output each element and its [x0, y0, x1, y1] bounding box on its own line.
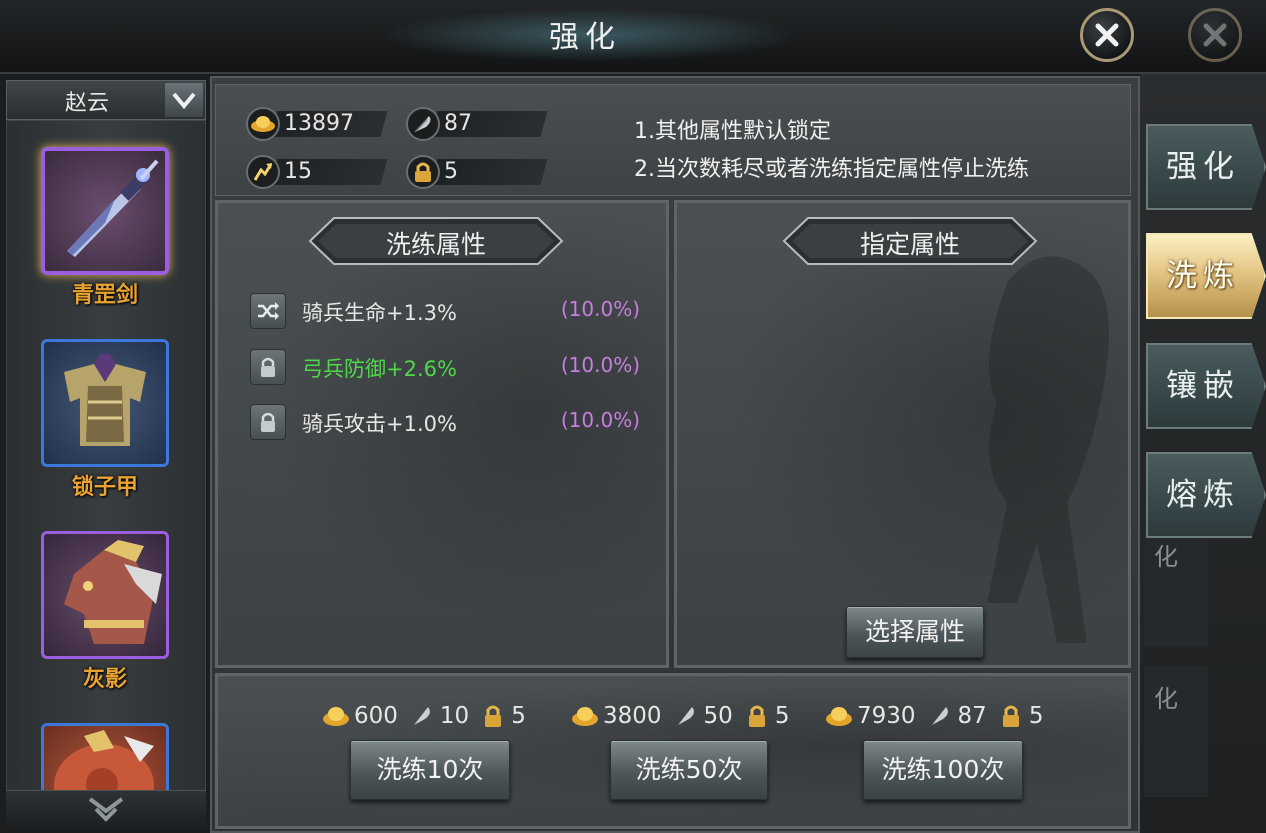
- attribute-chance: (10.0%): [560, 408, 640, 432]
- item-frame: [41, 147, 169, 275]
- lock-cost: 5: [1028, 703, 1044, 729]
- gold-ingot-icon: [571, 702, 599, 730]
- feather-icon: [926, 702, 954, 730]
- feather-icon: [406, 107, 440, 141]
- refine-100-button[interactable]: 洗练100次: [863, 740, 1023, 800]
- lock-icon: [261, 357, 275, 377]
- scroll-down-button[interactable]: [6, 790, 206, 829]
- attribute-label: 骑兵攻击+1.0%: [302, 412, 457, 436]
- lock-icon: [743, 702, 771, 730]
- attribute-label: 弓兵防御+2.6%: [302, 357, 457, 381]
- background-tab-text: 化: [1154, 543, 1178, 571]
- cost-row-10: 600 10 5: [322, 700, 536, 732]
- gold-ingot-icon: [322, 702, 350, 730]
- item-frame: [41, 531, 169, 659]
- feather-amount: 87: [444, 111, 472, 136]
- lock-toggle-button[interactable]: [250, 404, 286, 440]
- gold-ingot-icon: [246, 107, 280, 141]
- attribute-row: 骑兵攻击+1.0% (10.0%): [250, 404, 640, 440]
- horse-silhouette-illustration: [987, 256, 1109, 643]
- refine-panel-title: 洗练属性: [385, 230, 486, 259]
- lock-icon: [997, 702, 1025, 730]
- equipment-item-armor[interactable]: 锁子甲: [37, 339, 173, 501]
- dropdown-button[interactable]: [165, 83, 203, 117]
- character-name: 赵云: [64, 91, 109, 116]
- background-tab-text: 化: [1154, 685, 1178, 713]
- item-name: 青罡剑: [71, 283, 138, 308]
- close-icon: [1095, 23, 1119, 47]
- equipment-item-sword[interactable]: 青罡剑: [37, 147, 173, 309]
- shuffle-button[interactable]: [250, 293, 286, 329]
- page-title: 强化: [549, 20, 621, 55]
- lock-icon: [406, 155, 440, 189]
- attribute-label: 骑兵生命+1.3%: [302, 301, 457, 325]
- resource-gold: 13897: [246, 107, 388, 141]
- sword-icon: [67, 159, 159, 257]
- feather-cost: 50: [703, 703, 733, 729]
- lock-icon: [261, 412, 275, 432]
- attribute-row: 骑兵生命+1.3% (10.0%): [250, 293, 640, 329]
- feather-icon: [408, 702, 436, 730]
- gold-ingot-icon: [825, 702, 853, 730]
- gold-cost: 600: [354, 703, 398, 729]
- item-name: 灰影: [82, 667, 127, 692]
- select-attribute-button[interactable]: 选择属性: [846, 606, 984, 658]
- resource-feather: 87: [406, 107, 548, 141]
- item-name: 锁子甲: [71, 475, 138, 500]
- cost-row-100: 7930 87 5: [825, 700, 1053, 732]
- target-panel-title-banner: 指定属性: [782, 216, 1038, 266]
- feather-cost: 87: [957, 703, 987, 729]
- horse-icon: [64, 540, 162, 644]
- refine-50-button[interactable]: 洗练50次: [610, 740, 768, 800]
- tab-smelt[interactable]: 熔炼: [1146, 452, 1266, 538]
- equipment-item-horse[interactable]: 灰影: [37, 531, 173, 693]
- armor-icon: [64, 354, 146, 446]
- lock-cost: 5: [511, 703, 526, 729]
- upgrade-arrow-icon: [246, 155, 280, 189]
- attribute-chance: (10.0%): [560, 297, 640, 321]
- shuffle-icon: [258, 302, 279, 320]
- double-chevron-down-icon: [88, 797, 124, 822]
- resource-bar: 13897 87 15 5 1.其他属性默认锁定 2.当次数耗尽或者洗练指定属性…: [215, 84, 1131, 196]
- close-icon: [1203, 23, 1227, 47]
- tab-refine[interactable]: 洗炼: [1146, 233, 1266, 319]
- target-panel-title: 指定属性: [859, 230, 960, 259]
- notice-line-1: 1.其他属性默认锁定: [634, 119, 831, 144]
- item-frame: [41, 339, 169, 467]
- lock-amount: 5: [444, 159, 458, 184]
- lock-cost: 5: [774, 703, 790, 729]
- lock-icon: [479, 702, 507, 730]
- gold-cost: 3800: [603, 703, 662, 729]
- resource-upgrade: 15: [246, 155, 388, 189]
- tab-inlay[interactable]: 镶嵌: [1146, 343, 1266, 429]
- character-select[interactable]: 赵云: [6, 80, 206, 120]
- refine-10-button[interactable]: 洗练10次: [350, 740, 510, 800]
- background-close-button: [1188, 8, 1242, 62]
- refine-panel-title-banner: 洗练属性: [308, 216, 564, 266]
- chevron-down-icon: [172, 92, 196, 109]
- feather-cost: 10: [439, 703, 470, 729]
- close-button[interactable]: [1080, 8, 1134, 62]
- gold-amount: 13897: [284, 111, 354, 136]
- target-attributes-panel: [674, 200, 1131, 668]
- attribute-row: 弓兵防御+2.6% (10.0%): [250, 349, 640, 385]
- gold-cost: 7930: [857, 703, 916, 729]
- lock-toggle-button[interactable]: [250, 349, 286, 385]
- equipment-list[interactable]: 青罡剑 锁子甲 灰影: [6, 120, 206, 827]
- tab-strengthen[interactable]: 强化: [1146, 124, 1266, 210]
- resource-lock: 5: [406, 155, 548, 189]
- cost-row-50: 3800 50 5: [571, 700, 799, 732]
- header-bar: 强化: [0, 0, 1266, 74]
- notice-line-2: 2.当次数耗尽或者洗练指定属性停止洗练: [634, 157, 1029, 182]
- attribute-chance: (10.0%): [560, 353, 640, 377]
- feather-icon: [672, 702, 700, 730]
- upgrade-amount: 15: [284, 159, 312, 184]
